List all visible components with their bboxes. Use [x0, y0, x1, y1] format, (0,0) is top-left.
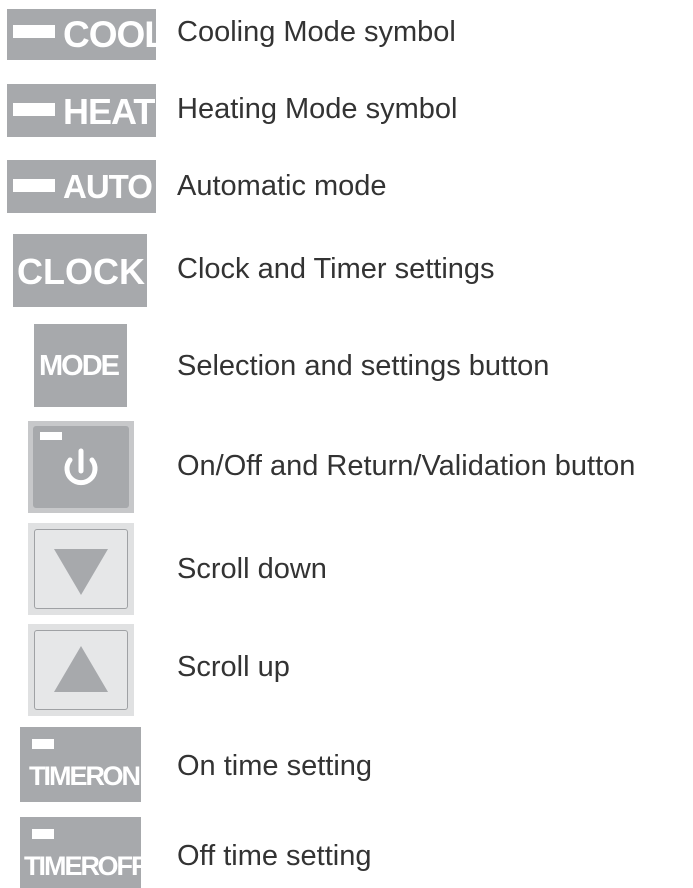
auto-symbol: AUTO — [7, 160, 156, 213]
timer-off-label: TIMER OFF — [24, 851, 147, 881]
indicator-bar — [13, 179, 55, 192]
power-icon — [64, 448, 98, 486]
timer-on-label: TIMER ON — [29, 761, 141, 791]
auto-description: Automatic mode — [177, 170, 387, 202]
clock-symbol: CLOCK — [13, 234, 147, 307]
scroll-up-description: Scroll up — [177, 651, 290, 683]
scroll-up-button[interactable] — [28, 624, 134, 716]
timer-off-description: Off time setting — [177, 840, 372, 872]
heat-symbol: HEAT — [7, 84, 156, 137]
scroll-down-button[interactable] — [28, 523, 134, 615]
mode-button[interactable]: MODE — [34, 324, 127, 407]
clock-symbol-label: CLOCK — [17, 251, 145, 292]
mode-button-label: MODE — [39, 350, 120, 382]
indicator-bar — [13, 25, 55, 38]
timer-off-button[interactable]: TIMER OFF — [20, 817, 147, 888]
cool-symbol-label: COOL — [63, 14, 167, 55]
heat-symbol-label: HEAT — [63, 91, 155, 132]
scroll-down-description: Scroll down — [177, 553, 327, 585]
triangle-down-icon — [54, 549, 108, 595]
timer-on-button[interactable]: TIMER ON — [20, 727, 141, 802]
triangle-up-icon — [54, 646, 108, 692]
indicator-bar — [32, 829, 54, 839]
power-button[interactable] — [28, 421, 134, 513]
timer-on-description: On time setting — [177, 750, 373, 782]
clock-description: Clock and Timer settings — [177, 253, 495, 285]
heat-description: Heating Mode symbol — [177, 93, 458, 125]
cool-description: Cooling Mode symbol — [177, 16, 456, 48]
cool-symbol: COOL — [7, 9, 167, 60]
auto-symbol-label: AUTO — [63, 168, 153, 205]
indicator-bar — [32, 739, 54, 749]
indicator-bar — [13, 103, 55, 116]
power-description: On/Off and Return/Validation button — [177, 450, 636, 482]
mode-description: Selection and settings button — [177, 350, 550, 382]
